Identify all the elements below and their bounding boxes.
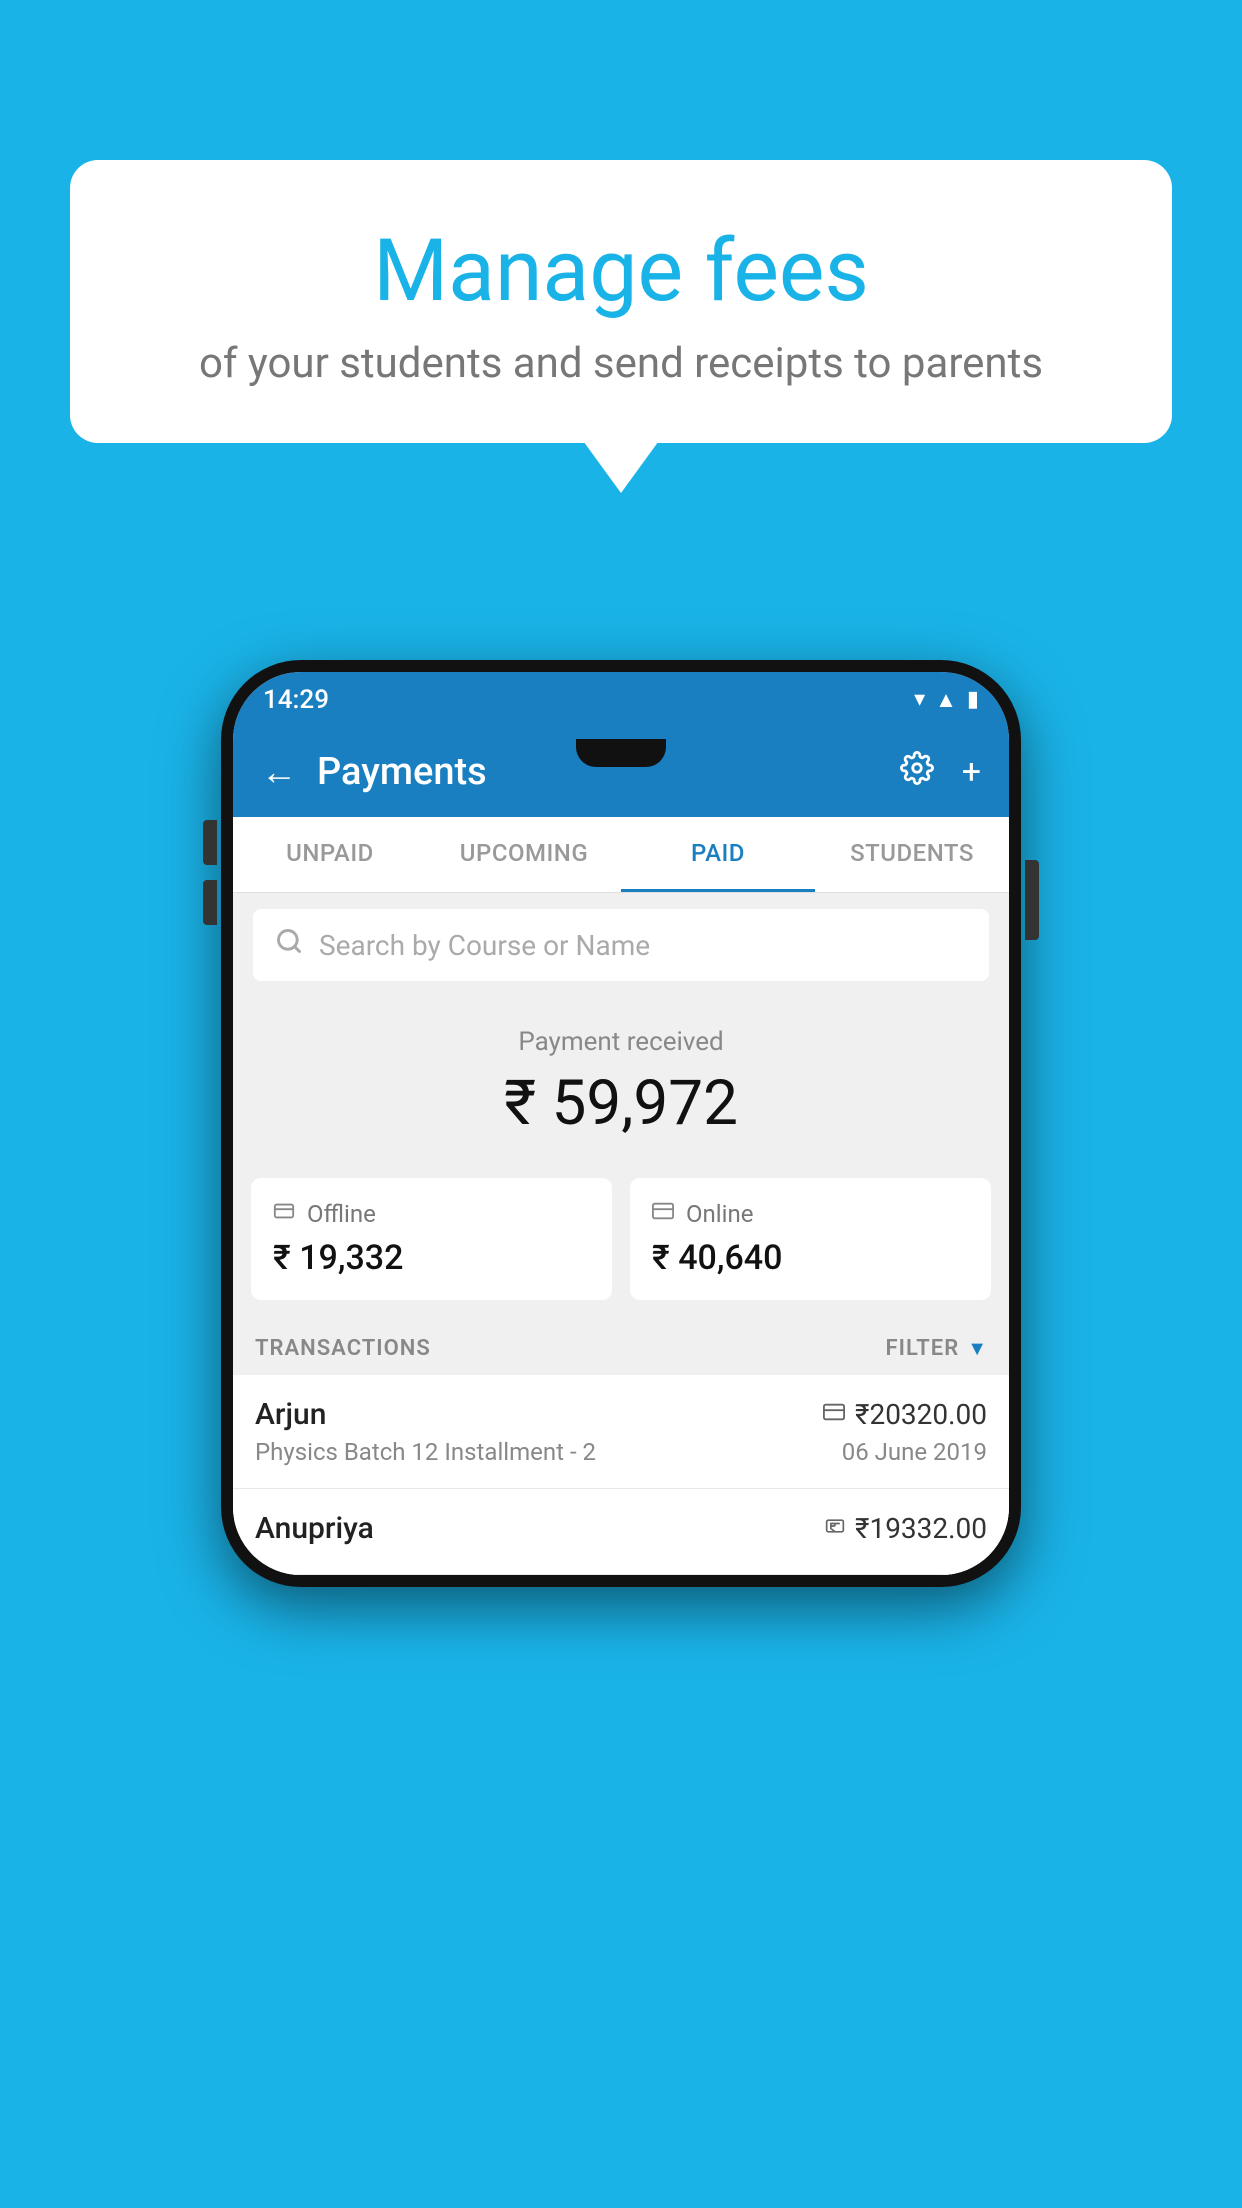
online-label: Online (686, 1200, 753, 1228)
tab-unpaid[interactable]: UNPAID (233, 817, 427, 892)
transaction-amount-value-anupriya: ₹19332.00 (855, 1512, 987, 1545)
payment-received-section: Payment received ₹ 59,972 (233, 997, 1009, 1160)
status-bar: 14:29 ▾ ▲ ▮ (233, 672, 1009, 727)
transaction-date-arjun: 06 June 2019 (842, 1438, 987, 1466)
main-content: Search by Course or Name Payment receive… (233, 909, 1009, 1575)
transaction-top-arjun: Arjun ₹20320.00 (255, 1397, 987, 1432)
status-time: 14:29 (263, 685, 329, 715)
filter-section[interactable]: FILTER ▼ (886, 1336, 987, 1361)
add-button[interactable]: + (962, 752, 981, 792)
transaction-row[interactable]: Arjun ₹20320.00 Physics (233, 1375, 1009, 1489)
transaction-amount-value-arjun: ₹20320.00 (855, 1398, 987, 1431)
transaction-amount-arjun: ₹20320.00 (823, 1398, 987, 1431)
volume-button-1 (203, 820, 217, 865)
offline-amount: ₹ 19,332 (273, 1238, 590, 1278)
online-amount: ₹ 40,640 (652, 1238, 969, 1278)
search-icon (275, 927, 303, 963)
back-button[interactable]: ← (261, 751, 297, 793)
volume-button-2 (203, 880, 217, 925)
speech-bubble-title: Manage fees (120, 220, 1122, 321)
transactions-label: TRANSACTIONS (255, 1336, 431, 1361)
search-placeholder: Search by Course or Name (319, 929, 650, 962)
offline-card-header: Offline (273, 1200, 590, 1228)
tab-students[interactable]: STUDENTS (815, 817, 1009, 892)
phone-notch (576, 739, 666, 767)
offline-label: Offline (307, 1200, 376, 1228)
transaction-name-anupriya: Anupriya (255, 1511, 374, 1546)
search-bar[interactable]: Search by Course or Name (253, 909, 989, 981)
payment-received-amount: ₹ 59,972 (253, 1067, 989, 1140)
payment-cards: Offline ₹ 19,332 Online (251, 1178, 991, 1300)
signal-icon: ▲ (935, 687, 957, 713)
filter-icon: ▼ (967, 1336, 987, 1361)
tab-paid[interactable]: PAID (621, 817, 815, 892)
online-card-header: Online (652, 1200, 969, 1228)
transaction-top-anupriya: Anupriya ₹19332.00 (255, 1511, 987, 1546)
transaction-amount-anupriya: ₹19332.00 (825, 1512, 987, 1545)
transaction-desc-arjun: Physics Batch 12 Installment - 2 (255, 1438, 596, 1466)
online-icon (652, 1200, 674, 1228)
settings-icon[interactable] (900, 751, 934, 794)
tab-upcoming[interactable]: UPCOMING (427, 817, 621, 892)
transaction-bottom-arjun: Physics Batch 12 Installment - 2 06 June… (255, 1438, 987, 1466)
wifi-icon: ▾ (914, 687, 925, 712)
phone-body: 14:29 ▾ ▲ ▮ ← Payments + (221, 660, 1021, 1587)
payment-type-rupee-icon (825, 1516, 845, 1542)
battery-icon: ▮ (967, 687, 979, 712)
speech-bubble-subtitle: of your students and send receipts to pa… (120, 339, 1122, 388)
transaction-row-anupriya[interactable]: Anupriya ₹19332.00 (233, 1489, 1009, 1575)
status-icons: ▾ ▲ ▮ (914, 687, 979, 713)
tabs-bar: UNPAID UPCOMING PAID STUDENTS (233, 817, 1009, 893)
phone-mockup: 14:29 ▾ ▲ ▮ ← Payments + (221, 660, 1021, 1587)
power-button (1025, 860, 1039, 940)
offline-icon (273, 1200, 295, 1228)
offline-card: Offline ₹ 19,332 (251, 1178, 612, 1300)
payment-type-card-icon (823, 1401, 845, 1429)
filter-label: FILTER (886, 1336, 960, 1361)
transactions-header: TRANSACTIONS FILTER ▼ (233, 1322, 1009, 1375)
online-card: Online ₹ 40,640 (630, 1178, 991, 1300)
speech-bubble: Manage fees of your students and send re… (70, 160, 1172, 443)
phone-screen: 14:29 ▾ ▲ ▮ ← Payments + (233, 672, 1009, 1575)
transaction-name-arjun: Arjun (255, 1397, 326, 1432)
payment-received-label: Payment received (253, 1027, 989, 1057)
